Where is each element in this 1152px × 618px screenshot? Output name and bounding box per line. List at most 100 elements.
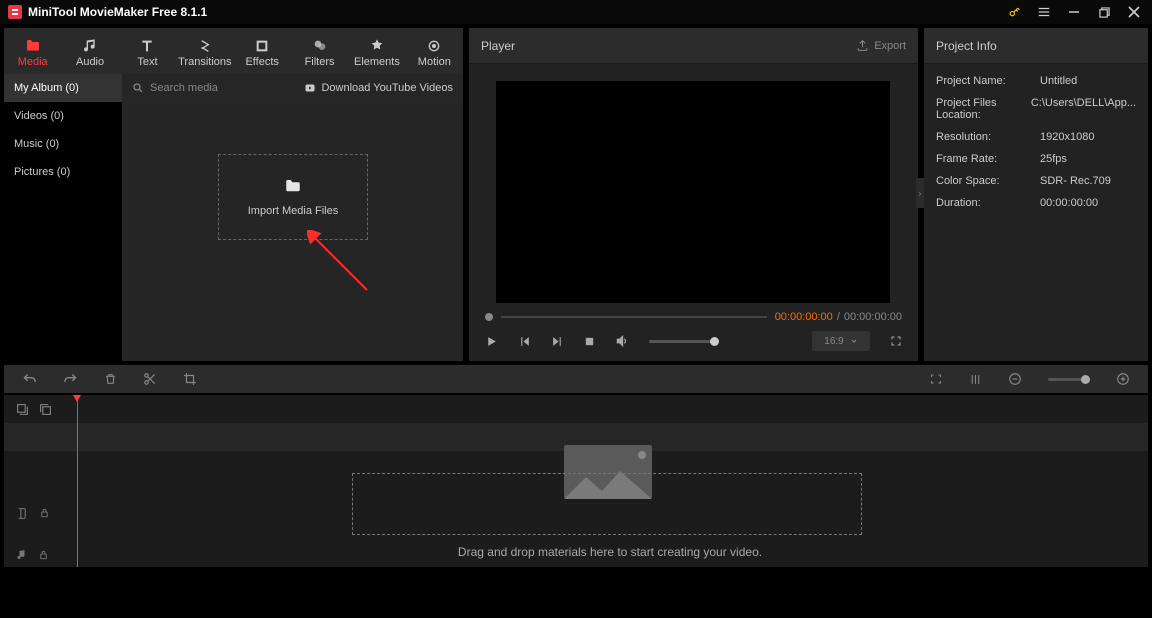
filters-icon bbox=[312, 36, 328, 56]
tab-media[interactable]: Media bbox=[4, 28, 61, 74]
time-current: 00:00:00:00 bbox=[775, 311, 833, 323]
tab-effects[interactable]: Effects bbox=[234, 28, 291, 74]
menu-icon[interactable] bbox=[1034, 2, 1054, 22]
minimize-icon[interactable] bbox=[1064, 2, 1084, 22]
text-icon bbox=[139, 36, 155, 56]
music-icon bbox=[82, 36, 98, 56]
playhead[interactable] bbox=[77, 395, 78, 567]
playhead-dot[interactable] bbox=[485, 313, 493, 321]
delete-button[interactable] bbox=[104, 372, 117, 386]
tab-audio[interactable]: Audio bbox=[61, 28, 118, 74]
zoom-in-button[interactable] bbox=[1116, 372, 1130, 386]
aspect-ratio-select[interactable]: 16:9 bbox=[812, 331, 870, 351]
import-label: Import Media Files bbox=[248, 205, 338, 217]
project-info-title: Project Info bbox=[936, 39, 997, 53]
progress-track[interactable] bbox=[501, 316, 767, 318]
zoom-out-button[interactable] bbox=[1008, 372, 1022, 386]
media-toolbar: Search media Download YouTube Videos bbox=[122, 74, 463, 102]
stop-button[interactable] bbox=[584, 336, 595, 347]
main-tabs: Media Audio Text Transitions Effects Fil… bbox=[4, 28, 463, 74]
fit-button[interactable] bbox=[929, 373, 943, 385]
player-title: Player bbox=[481, 39, 515, 53]
timeline-dropzone[interactable] bbox=[352, 473, 862, 535]
time-sep: / bbox=[837, 311, 840, 323]
track-header-video[interactable] bbox=[4, 501, 72, 525]
tab-label: Motion bbox=[418, 56, 451, 68]
folder-icon bbox=[282, 177, 304, 195]
titlebar: MiniTool MovieMaker Free 8.1.1 bbox=[0, 0, 1152, 24]
time-total: 00:00:00:00 bbox=[844, 311, 902, 323]
chevron-down-icon bbox=[850, 337, 858, 345]
crop-button[interactable] bbox=[183, 372, 197, 386]
motion-icon bbox=[426, 36, 442, 56]
info-row: Color Space:SDR- Rec.709 bbox=[936, 170, 1136, 192]
project-info-body: Project Name:Untitled Project Files Loca… bbox=[924, 64, 1148, 220]
tab-label: Transitions bbox=[178, 56, 231, 68]
tab-transitions[interactable]: Transitions bbox=[176, 28, 233, 74]
fullscreen-button[interactable] bbox=[890, 335, 902, 347]
next-frame-button[interactable] bbox=[551, 335, 564, 348]
timeline-hint: Drag and drop materials here to start cr… bbox=[72, 545, 1148, 559]
aspect-value: 16:9 bbox=[824, 336, 843, 347]
timeline-tracks[interactable]: Drag and drop materials here to start cr… bbox=[72, 395, 1148, 567]
collapse-panel-button[interactable]: › bbox=[916, 178, 924, 208]
tab-elements[interactable]: Elements bbox=[348, 28, 405, 74]
album-pictures[interactable]: Pictures (0) bbox=[4, 158, 122, 186]
track-header-audio[interactable] bbox=[4, 543, 72, 567]
info-row: Duration:00:00:00:00 bbox=[936, 192, 1136, 214]
preview-area bbox=[469, 64, 918, 309]
export-icon bbox=[856, 39, 869, 52]
download-youtube-button[interactable]: Download YouTube Videos bbox=[304, 82, 453, 94]
split-button[interactable] bbox=[143, 372, 157, 386]
album-music[interactable]: Music (0) bbox=[4, 130, 122, 158]
elements-icon bbox=[369, 36, 385, 56]
download-label: Download YouTube Videos bbox=[321, 82, 453, 94]
annotation-arrow bbox=[307, 230, 387, 300]
tab-motion[interactable]: Motion bbox=[406, 28, 463, 74]
timeline-toolbar bbox=[4, 365, 1148, 393]
folder-icon bbox=[24, 36, 42, 56]
tab-label: Text bbox=[137, 56, 157, 68]
info-row: Resolution:1920x1080 bbox=[936, 126, 1136, 148]
upgrade-icon[interactable] bbox=[1004, 2, 1024, 22]
prev-frame-button[interactable] bbox=[518, 335, 531, 348]
search-input[interactable]: Search media bbox=[150, 82, 218, 94]
volume-slider[interactable] bbox=[649, 340, 719, 343]
import-media-button[interactable]: Import Media Files bbox=[218, 154, 368, 240]
tab-text[interactable]: Text bbox=[119, 28, 176, 74]
tab-label: Media bbox=[18, 56, 48, 68]
markers-button[interactable] bbox=[969, 373, 982, 386]
tab-label: Elements bbox=[354, 56, 400, 68]
search-icon bbox=[132, 82, 144, 94]
export-label: Export bbox=[874, 40, 906, 52]
album-my-album[interactable]: My Album (0) bbox=[4, 74, 122, 102]
project-info-header: Project Info bbox=[924, 28, 1148, 64]
transitions-icon bbox=[197, 36, 213, 56]
tab-filters[interactable]: Filters bbox=[291, 28, 348, 74]
player-header: Player Export bbox=[469, 28, 918, 64]
undo-button[interactable] bbox=[22, 372, 37, 387]
maximize-icon[interactable] bbox=[1094, 2, 1114, 22]
tab-label: Effects bbox=[245, 56, 278, 68]
info-row: Frame Rate:25fps bbox=[936, 148, 1136, 170]
export-button[interactable]: Export bbox=[856, 39, 906, 52]
tab-label: Audio bbox=[76, 56, 104, 68]
effects-icon bbox=[254, 36, 270, 56]
tab-label: Filters bbox=[305, 56, 335, 68]
info-row: Project Files Location:C:\Users\DELL\App… bbox=[936, 92, 1136, 126]
album-videos[interactable]: Videos (0) bbox=[4, 102, 122, 130]
app-logo bbox=[8, 5, 22, 19]
info-row: Project Name:Untitled bbox=[936, 70, 1136, 92]
album-sidebar: My Album (0) Videos (0) Music (0) Pictur… bbox=[4, 74, 122, 361]
close-icon[interactable] bbox=[1124, 2, 1144, 22]
app-title: MiniTool MovieMaker Free 8.1.1 bbox=[28, 5, 207, 19]
redo-button[interactable] bbox=[63, 372, 78, 387]
volume-button[interactable] bbox=[615, 334, 629, 348]
preview-canvas[interactable] bbox=[496, 81, 890, 303]
track-header-add[interactable] bbox=[4, 395, 72, 423]
player-controls: 16:9 bbox=[469, 325, 918, 361]
progress-bar[interactable]: 00:00:00:00 / 00:00:00:00 bbox=[469, 309, 918, 325]
play-button[interactable] bbox=[485, 335, 498, 348]
download-icon bbox=[304, 82, 316, 94]
zoom-slider[interactable] bbox=[1048, 378, 1090, 381]
